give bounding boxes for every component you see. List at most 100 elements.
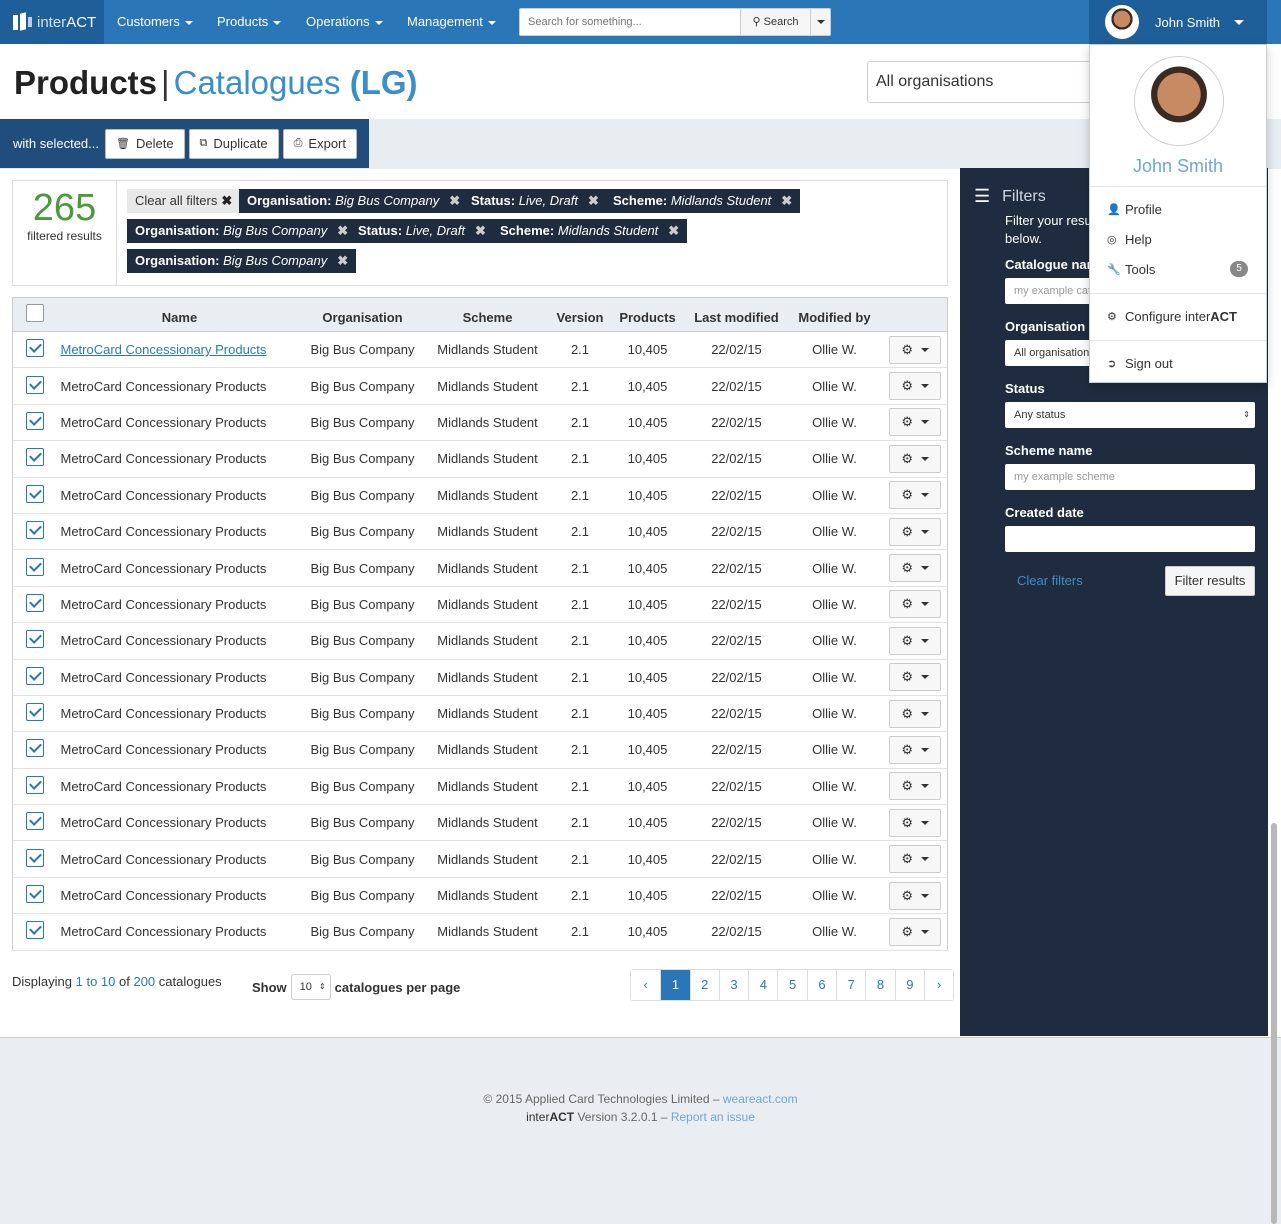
search-input[interactable] [520, 9, 740, 35]
row-actions-button[interactable]: ⚙ [889, 481, 942, 510]
table-row[interactable]: MetroCard Concessionary Products Big Bus … [12, 367, 948, 405]
page-link[interactable]: 2 [689, 970, 719, 1000]
select-all-checkbox[interactable] [25, 304, 44, 322]
row-actions-button[interactable]: ⚙ [889, 808, 942, 837]
row-checkbox[interactable] [25, 885, 44, 904]
table-row[interactable]: MetroCard Concessionary Products Big Bus … [12, 913, 948, 951]
row-actions-button[interactable]: ⚙ [889, 626, 942, 655]
col-scheme[interactable]: Scheme [422, 297, 553, 332]
menu-item-sign-out[interactable]: ➲ Sign out [1107, 356, 1173, 371]
page-link[interactable]: 7 [836, 970, 866, 1000]
filter-tag[interactable]: Organisation: Big Bus Company ✖ [127, 249, 357, 273]
table-row[interactable]: MetroCard Concessionary Products Big Bus … [12, 768, 948, 806]
nav-products[interactable]: Products [217, 0, 282, 44]
row-checkbox[interactable] [25, 812, 44, 831]
filter-results-button[interactable]: Filter results [1165, 566, 1255, 596]
close-icon[interactable]: ✖ [668, 223, 679, 238]
row-checkbox[interactable] [25, 775, 44, 794]
table-row[interactable]: MetroCard Concessionary Products Big Bus … [12, 731, 948, 769]
table-row[interactable]: MetroCard Concessionary Products Big Bus … [12, 404, 948, 442]
page-link[interactable]: 4 [748, 970, 778, 1000]
row-actions-button[interactable]: ⚙ [889, 372, 942, 401]
table-row[interactable]: MetroCard Concessionary Products Big Bus … [12, 549, 948, 587]
table-row[interactable]: MetroCard Concessionary Products Big Bus … [12, 659, 948, 696]
row-actions-button[interactable]: ⚙ [889, 444, 942, 473]
close-icon[interactable]: ✖ [337, 223, 348, 238]
table-row[interactable]: MetroCard Concessionary Products Big Bus … [12, 477, 948, 514]
brand-logo[interactable]: inter ACT [0, 0, 104, 44]
filter-tag[interactable]: Scheme: Midlands Student ✖ [605, 189, 801, 213]
row-actions-button[interactable]: ⚙ [889, 699, 942, 728]
status-filter-select[interactable]: Any status ⇕ [1005, 402, 1255, 428]
row-checkbox[interactable] [25, 921, 44, 940]
export-button[interactable]: ⎙ Export [282, 128, 357, 159]
clear-filters-link[interactable]: Clear filters [1017, 573, 1083, 588]
menu-item-configure[interactable]: ⚙ Configure inter ACT [1107, 309, 1237, 324]
row-actions-button[interactable]: ⚙ [889, 772, 942, 801]
created-date-input[interactable] [1005, 526, 1255, 552]
row-checkbox[interactable] [25, 739, 44, 758]
close-icon[interactable]: ✖ [781, 193, 792, 208]
clear-all-filters-button[interactable]: Clear all filters ✖ [127, 189, 241, 213]
col-organisation[interactable]: Organisation [302, 297, 423, 332]
nav-management[interactable]: Management [407, 0, 496, 44]
page-link[interactable]: 5 [777, 970, 807, 1000]
filter-tag[interactable]: Status: Live, Draft ✖ [350, 219, 494, 243]
page-link[interactable]: 6 [806, 970, 837, 1000]
table-row[interactable]: MetroCard Concessionary Products Big Bus … [12, 804, 948, 842]
close-icon[interactable]: ✖ [449, 193, 460, 208]
close-icon[interactable]: ✖ [337, 253, 348, 268]
row-actions-button[interactable]: ⚙ [889, 408, 942, 437]
col-modified-by[interactable]: Modified by [785, 297, 884, 332]
row-checkbox[interactable] [25, 630, 44, 649]
page-link[interactable]: › [923, 970, 954, 1000]
row-checkbox[interactable] [25, 557, 44, 576]
site-link[interactable]: weareact.com [723, 1092, 798, 1106]
table-row[interactable]: MetroCard Concessionary Products Big Bus … [12, 695, 948, 733]
page-link[interactable]: 9 [894, 970, 924, 1000]
table-row[interactable]: MetroCard Concessionary Products Big Bus … [12, 586, 948, 624]
col-last-modified[interactable]: Last modified [687, 297, 786, 332]
table-row[interactable]: MetroCard Concessionary Products Big Bus … [12, 877, 948, 915]
delete-button[interactable]: 🗑 Delete [105, 128, 185, 159]
per-page-select[interactable]: 10 ⇕ [290, 974, 331, 1000]
duplicate-button[interactable]: ⧉ Duplicate [188, 128, 279, 159]
row-actions-button[interactable]: ⚙ [889, 335, 942, 364]
page-link[interactable]: 8 [865, 970, 895, 1000]
row-actions-button[interactable]: ⚙ [889, 881, 942, 910]
col-name[interactable]: Name [56, 297, 303, 332]
menu-item-profile[interactable]: 👤 Profile [1107, 202, 1162, 217]
row-checkbox[interactable] [25, 375, 44, 394]
row-actions-button[interactable]: ⚙ [889, 663, 942, 692]
page-link[interactable]: 3 [718, 970, 749, 1000]
row-checkbox[interactable] [25, 593, 44, 612]
table-row[interactable]: MetroCard Concessionary Products Big Bus … [12, 440, 948, 478]
row-checkbox[interactable] [25, 484, 44, 503]
table-row[interactable]: MetroCard Concessionary Products Big Bus … [12, 622, 948, 660]
row-actions-button[interactable]: ⚙ [889, 590, 942, 619]
row-checkbox[interactable] [25, 703, 44, 722]
row-actions-button[interactable]: ⚙ [889, 845, 942, 874]
catalogue-name[interactable]: MetroCard Concessionary Products [61, 342, 267, 357]
filter-tag[interactable]: Organisation: Big Bus Company ✖ [239, 189, 469, 213]
row-checkbox[interactable] [25, 339, 44, 358]
user-menu-toggle[interactable]: John Smith [1089, 0, 1267, 44]
close-icon[interactable]: ✖ [475, 223, 486, 238]
table-row[interactable]: MetroCard Concessionary Products Big Bus … [12, 331, 948, 369]
row-checkbox[interactable] [25, 666, 44, 685]
cell-name[interactable]: MetroCard Concessionary Products [56, 331, 303, 369]
row-checkbox[interactable] [25, 848, 44, 867]
filter-tag[interactable]: Status: Live, Draft ✖ [463, 189, 607, 213]
col-products[interactable]: Products [607, 297, 688, 332]
row-checkbox[interactable] [25, 411, 44, 430]
row-actions-button[interactable]: ⚙ [889, 517, 942, 546]
row-actions-button[interactable]: ⚙ [889, 554, 942, 583]
row-actions-button[interactable]: ⚙ [889, 917, 942, 946]
row-actions-button[interactable]: ⚙ [889, 735, 942, 764]
page-link[interactable]: ‹ [631, 970, 661, 1000]
table-row[interactable]: MetroCard Concessionary Products Big Bus … [12, 513, 948, 551]
menu-item-tools[interactable]: 🔧 Tools [1107, 262, 1155, 277]
organisation-select[interactable]: All organisations [867, 61, 1107, 103]
search-options-toggle[interactable] [810, 9, 830, 35]
scheme-name-input[interactable]: my example scheme [1005, 464, 1255, 490]
